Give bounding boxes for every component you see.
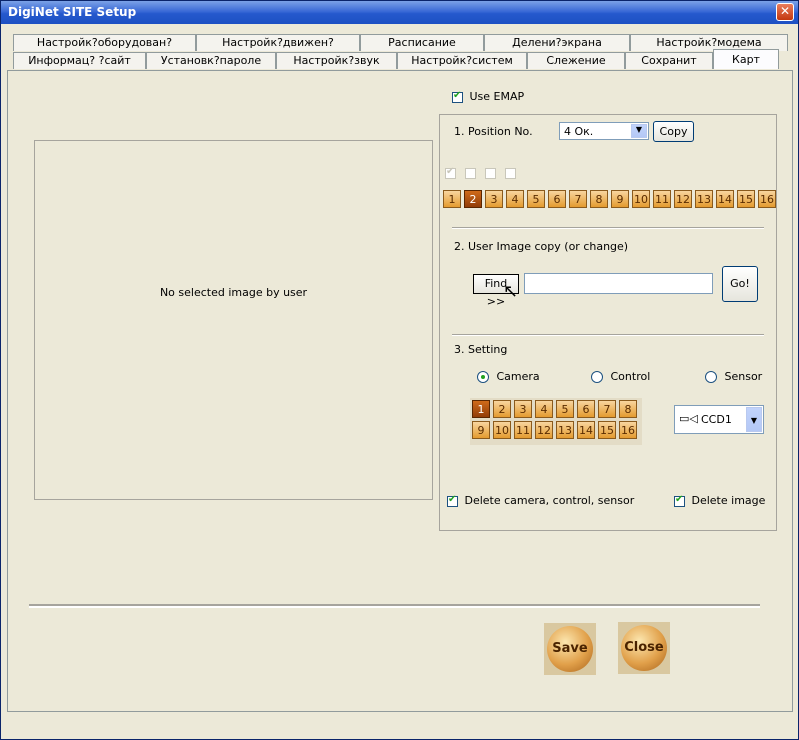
sensor-radio-label: Sensor (724, 370, 763, 383)
image-path-input[interactable] (524, 273, 713, 294)
delete-image-checkbox[interactable] (674, 494, 685, 507)
delete-items-row[interactable]: Delete camera, control, sensor (447, 494, 634, 507)
position-number-strip: 1 2 3 4 5 6 7 8 9 10 11 12 13 14 15 16 (443, 190, 780, 208)
camera-radio-label: Camera (496, 370, 540, 383)
tab-site-info[interactable]: Информац? ?сайт (13, 52, 146, 69)
camera-number-button[interactable]: 10 (493, 421, 511, 439)
go-button[interactable]: Go! (722, 266, 758, 302)
position-number-button[interactable]: 9 (611, 190, 629, 208)
radio-camera[interactable]: Camera (477, 370, 540, 383)
position-select[interactable]: 4 Ок. ▼ (559, 122, 649, 140)
camera-radio-icon[interactable] (477, 371, 489, 383)
position-number-button[interactable]: 4 (506, 190, 524, 208)
position-number-button[interactable]: 10 (632, 190, 650, 208)
map-image-area[interactable]: No selected image by user (34, 140, 433, 500)
position-number-button[interactable]: 11 (653, 190, 671, 208)
tab-monitoring[interactable]: Слежение (527, 52, 625, 69)
position-check-3 (485, 168, 496, 179)
radio-control[interactable]: Control (591, 370, 650, 383)
position-number-button[interactable]: 16 (758, 190, 776, 208)
position-check-1 (445, 166, 456, 179)
camera-number-button[interactable]: 6 (577, 400, 595, 418)
camera-select-value: CCD1 (701, 413, 732, 426)
camera-number-button[interactable]: 5 (556, 400, 574, 418)
camera-number-button[interactable]: 13 (556, 421, 574, 439)
save-button-label: Save (547, 626, 593, 672)
camera-number-button[interactable]: 4 (535, 400, 553, 418)
use-emap-checkbox[interactable] (452, 90, 463, 103)
use-emap-label: Use EMAP (469, 90, 525, 103)
delete-image-row[interactable]: Delete image (674, 494, 765, 507)
position-number-button[interactable]: 7 (569, 190, 587, 208)
camera-number-button[interactable]: 9 (472, 421, 490, 439)
chevron-down-icon[interactable]: ▼ (631, 124, 647, 138)
position-check-4 (505, 168, 516, 179)
position-number-button[interactable]: 12 (674, 190, 692, 208)
control-radio-label: Control (610, 370, 651, 383)
camera-number-button[interactable]: 16 (619, 421, 637, 439)
tab-save[interactable]: Сохранит (625, 52, 713, 69)
position-number-button[interactable]: 15 (737, 190, 755, 208)
position-select-value: 4 Ок. (564, 125, 594, 138)
tab-schedule[interactable]: Расписание (360, 34, 484, 51)
tab-row-2: Информац? ?сайт Установк?пароле Настройк… (13, 49, 779, 69)
camera-select[interactable]: ▭◁ CCD1 ▼ (674, 405, 764, 434)
tab-equipment[interactable]: Настройк?оборудован? (13, 34, 196, 51)
divider (452, 334, 764, 336)
setup-window: DigiNet SITE Setup ✕ Настройк?оборудован… (0, 0, 799, 740)
camera-icon: ▭◁ (679, 412, 698, 425)
close-button-label: Close (621, 625, 667, 671)
tab-motion[interactable]: Настройк?движен? (196, 34, 360, 51)
close-window-button[interactable]: ✕ (776, 3, 794, 21)
tab-password[interactable]: Установк?пароле (146, 52, 276, 69)
camera-number-button[interactable]: 1 (472, 400, 490, 418)
mouse-cursor-icon: ↖ (503, 281, 519, 302)
position-number-button[interactable]: 3 (485, 190, 503, 208)
tab-row-1: Настройк?оборудован? Настройк?движен? Ра… (13, 34, 788, 51)
title-bar: DigiNet SITE Setup ✕ (1, 1, 798, 24)
camera-number-button[interactable]: 8 (619, 400, 637, 418)
position-number-button[interactable]: 2 (464, 190, 482, 208)
use-emap-row[interactable]: Use EMAP (452, 90, 524, 103)
sensor-radio-icon[interactable] (705, 371, 717, 383)
position-label: 1. Position No. (454, 125, 533, 138)
chevron-down-icon[interactable]: ▼ (746, 407, 762, 432)
camera-number-button[interactable]: 14 (577, 421, 595, 439)
camera-number-button[interactable]: 11 (514, 421, 532, 439)
delete-image-label: Delete image (691, 494, 766, 507)
camera-number-button[interactable]: 15 (598, 421, 616, 439)
save-button[interactable]: Save (544, 623, 596, 675)
window-title: DigiNet SITE Setup (8, 5, 137, 19)
user-image-label: 2. User Image copy (or change) (454, 240, 629, 253)
tab-screen-split[interactable]: Делени?экрана (484, 34, 630, 51)
position-check-2 (465, 168, 476, 179)
control-radio-icon[interactable] (591, 371, 603, 383)
camera-number-button[interactable]: 2 (493, 400, 511, 418)
tab-system[interactable]: Настройк?систем (397, 52, 527, 69)
camera-number-button[interactable]: 3 (514, 400, 532, 418)
tab-map[interactable]: Карт (713, 49, 779, 69)
position-number-button[interactable]: 5 (527, 190, 545, 208)
position-number-button[interactable]: 13 (695, 190, 713, 208)
bottom-divider (29, 604, 760, 608)
divider (452, 227, 764, 229)
position-number-button[interactable]: 1 (443, 190, 461, 208)
position-number-button[interactable]: 14 (716, 190, 734, 208)
copy-button[interactable]: Copy (653, 121, 694, 142)
position-number-button[interactable]: 6 (548, 190, 566, 208)
setting-label: 3. Setting (454, 343, 508, 356)
radio-sensor[interactable]: Sensor (705, 370, 762, 383)
camera-number-grid: 1 2 3 4 5 6 7 8 9 10 11 12 13 14 15 16 (470, 398, 642, 445)
tab-sound[interactable]: Настройк?звук (276, 52, 397, 69)
position-number-button[interactable]: 8 (590, 190, 608, 208)
close-button[interactable]: Close (618, 622, 670, 674)
no-image-text: No selected image by user (159, 286, 308, 299)
position-checkboxes (445, 166, 516, 179)
camera-number-button[interactable]: 12 (535, 421, 553, 439)
delete-items-label: Delete camera, control, sensor (464, 494, 635, 507)
delete-items-checkbox[interactable] (447, 494, 458, 507)
camera-number-button[interactable]: 7 (598, 400, 616, 418)
